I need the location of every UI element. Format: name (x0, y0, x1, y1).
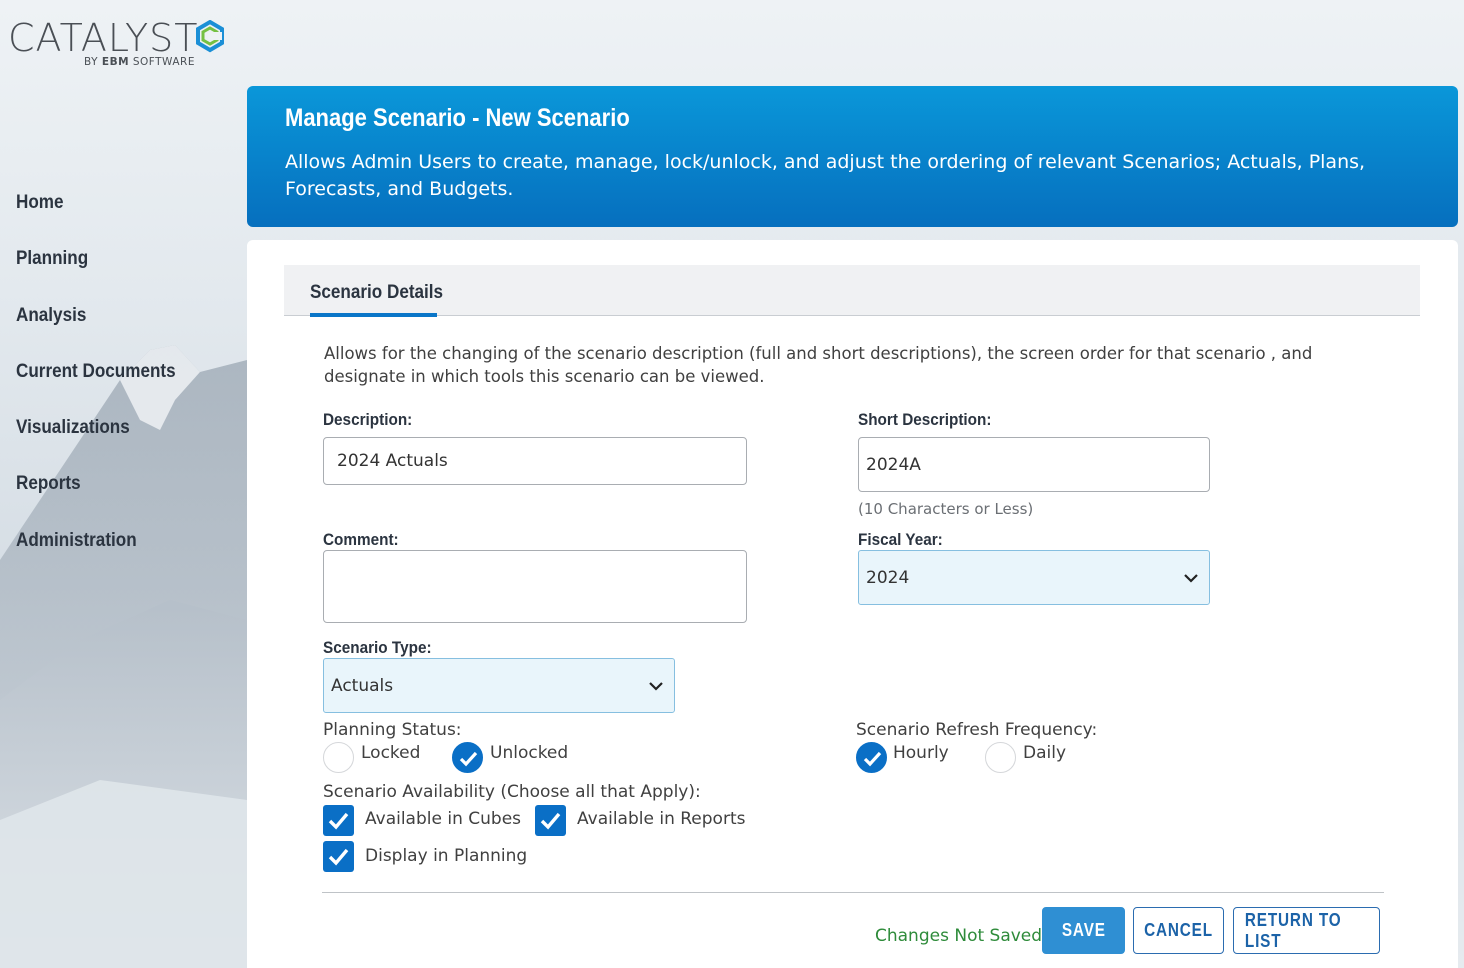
comment-textarea[interactable] (323, 550, 747, 623)
return-to-list-button[interactable]: RETURN TO LIST (1233, 907, 1380, 954)
logo-wordmark: CATALYST (8, 16, 199, 60)
short-description-input[interactable]: 2024A (858, 437, 1210, 492)
nav-item-home[interactable]: Home (16, 188, 176, 244)
form-divider (322, 892, 1384, 893)
cancel-button[interactable]: CANCEL (1133, 907, 1224, 954)
chevron-down-icon (1184, 573, 1198, 583)
planning-status-locked-radio[interactable] (323, 742, 354, 773)
check-icon (328, 812, 349, 830)
page-title: Manage Scenario - New Scenario (285, 104, 630, 132)
planning-status-unlocked-radio[interactable] (452, 742, 483, 773)
catalyst-logo-icon (195, 20, 224, 53)
active-tab-indicator (310, 313, 437, 317)
check-icon (863, 751, 882, 767)
display-in-planning-label: Display in Planning (365, 846, 528, 866)
scenario-type-label: Scenario Type: (323, 638, 432, 657)
form-intro-text: Allows for the changing of the scenario … (324, 344, 1313, 386)
description-input[interactable]: 2024 Actuals (323, 437, 747, 485)
available-in-cubes-checkbox[interactable] (323, 805, 354, 836)
refresh-frequency-label: Scenario Refresh Frequency: (856, 720, 1098, 740)
main-nav: Home Planning Analysis Current Documents… (16, 188, 193, 582)
nav-item-visualizations[interactable]: Visualizations (16, 413, 176, 469)
refresh-frequency-daily-label: Daily (1023, 743, 1067, 763)
tab-scenario-details[interactable]: Scenario Details (310, 265, 458, 317)
fiscal-year-label: Fiscal Year: (858, 530, 943, 549)
availability-label: Scenario Availability (Choose all that A… (323, 782, 701, 802)
nav-item-analysis[interactable]: Analysis (16, 301, 176, 357)
short-description-value: 2024A (866, 454, 921, 475)
available-in-reports-label: Available in Reports (577, 809, 746, 829)
save-status-text: Changes Not Saved (875, 926, 1043, 946)
planning-status-label: Planning Status: (323, 720, 462, 740)
planning-status-locked-label: Locked (361, 743, 421, 763)
catalyst-logo[interactable]: CATALYST BY EBM SOFTWARE (8, 18, 225, 68)
page-description: Allows Admin Users to create, manage, lo… (285, 151, 1366, 200)
comment-label: Comment: (323, 530, 399, 549)
logo-byline: BY EBM SOFTWARE (84, 56, 195, 68)
short-description-hint: (10 Characters or Less) (858, 500, 1034, 518)
check-icon (328, 848, 349, 866)
scenario-type-select[interactable]: Actuals (323, 658, 675, 713)
short-description-label: Short Description: (858, 410, 992, 429)
scenario-form-card: Scenario Details Allows for the changing… (247, 240, 1458, 968)
page-header: Manage Scenario - New Scenario Allows Ad… (247, 86, 1458, 227)
planning-status-unlocked-label: Unlocked (490, 743, 569, 763)
nav-item-planning[interactable]: Planning (16, 244, 176, 300)
refresh-frequency-daily-radio[interactable] (985, 742, 1016, 773)
fiscal-year-value: 2024 (866, 567, 910, 588)
tab-bar: Scenario Details (284, 265, 1420, 317)
available-in-reports-checkbox[interactable] (535, 805, 566, 836)
description-value: 2024 Actuals (337, 451, 448, 471)
refresh-frequency-hourly-label: Hourly (893, 743, 949, 763)
display-in-planning-checkbox[interactable] (323, 841, 354, 872)
description-label: Description: (323, 410, 413, 429)
available-in-cubes-label: Available in Cubes (365, 809, 522, 829)
nav-item-reports[interactable]: Reports (16, 469, 176, 525)
check-icon (540, 812, 561, 830)
nav-item-administration[interactable]: Administration (16, 526, 176, 582)
chevron-down-icon (649, 681, 663, 691)
check-icon (459, 751, 478, 767)
refresh-frequency-hourly-radio[interactable] (856, 742, 887, 773)
nav-item-current-documents[interactable]: Current Documents (16, 357, 176, 413)
scenario-type-value: Actuals (331, 675, 394, 696)
fiscal-year-select[interactable]: 2024 (858, 550, 1210, 605)
save-button[interactable]: SAVE (1042, 907, 1125, 954)
